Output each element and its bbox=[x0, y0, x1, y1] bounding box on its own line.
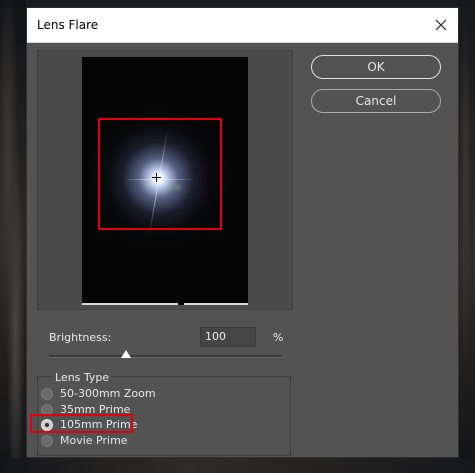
radio-50-300mm-zoom[interactable] bbox=[41, 387, 53, 400]
highlight-flare-center bbox=[98, 118, 222, 230]
close-icon bbox=[435, 19, 447, 31]
preview-bottom-line bbox=[82, 303, 248, 305]
preview-bottom-gap bbox=[178, 303, 184, 305]
background-right bbox=[459, 0, 475, 473]
brightness-slider-track[interactable] bbox=[49, 355, 282, 358]
background-left bbox=[0, 0, 26, 473]
brightness-slider-thumb[interactable] bbox=[120, 350, 131, 358]
radio-label: Movie Prime bbox=[60, 434, 128, 447]
lens-option-movie-prime[interactable]: Movie Prime bbox=[41, 433, 128, 448]
highlight-105mm-prime bbox=[30, 414, 133, 433]
lens-option-50-300mm-zoom[interactable]: 50-300mm Zoom bbox=[41, 386, 156, 401]
radio-label: 50-300mm Zoom bbox=[60, 387, 156, 400]
close-button[interactable] bbox=[428, 12, 454, 38]
ok-button[interactable]: OK bbox=[311, 55, 441, 79]
cancel-button[interactable]: Cancel bbox=[311, 89, 441, 113]
title-bar[interactable]: Lens Flare bbox=[27, 8, 458, 43]
lens-type-title: Lens Type bbox=[53, 371, 112, 384]
brightness-label: Brightness: bbox=[49, 331, 112, 344]
background-bottom bbox=[0, 458, 475, 473]
dialog-title: Lens Flare bbox=[37, 18, 99, 32]
radio-movie-prime[interactable] bbox=[41, 434, 53, 447]
brightness-unit: % bbox=[273, 331, 284, 344]
brightness-input[interactable]: 100 bbox=[200, 327, 256, 347]
lens-flare-dialog: Lens Flare OK Cancel Brightness: 100 % L… bbox=[26, 7, 459, 458]
